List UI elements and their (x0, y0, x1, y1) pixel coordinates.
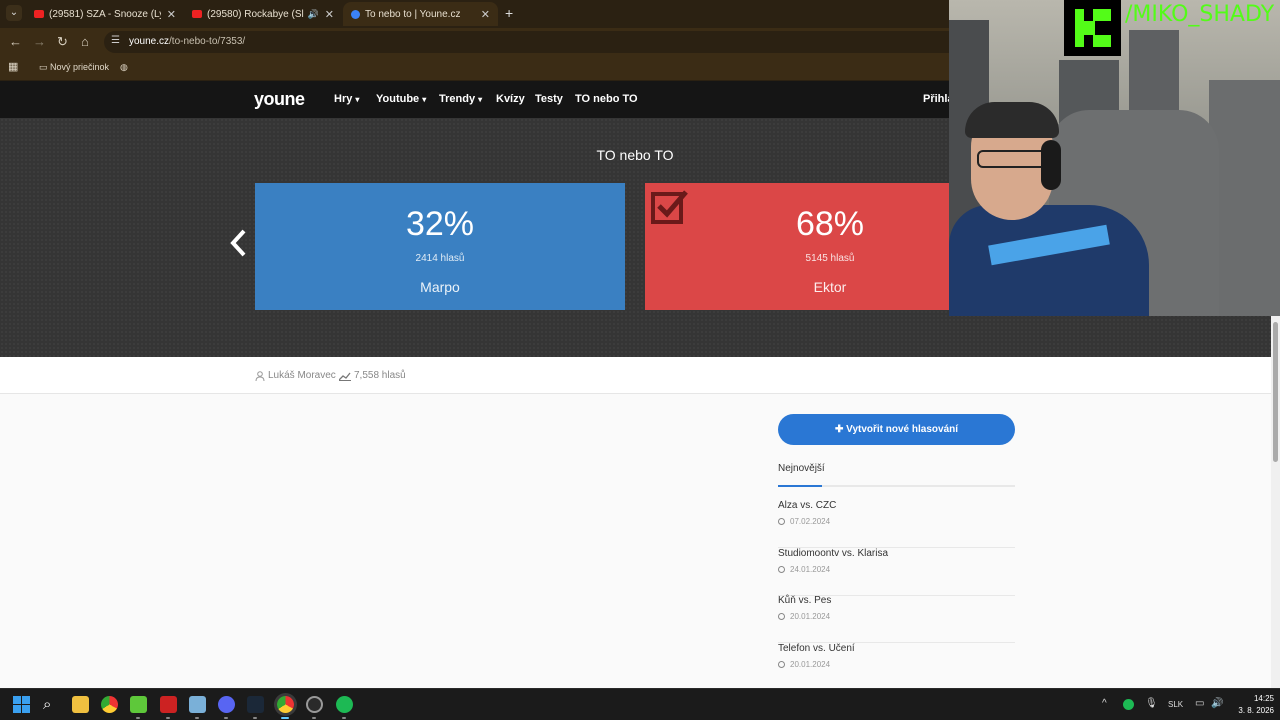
kick-logo-icon (1064, 0, 1121, 56)
apps-grid-icon[interactable]: ▦ (8, 60, 18, 73)
app-circle-icon[interactable] (306, 696, 323, 713)
discord-icon[interactable] (218, 696, 235, 713)
chrome-icon[interactable] (101, 696, 118, 713)
list-item[interactable]: Telefon vs. Učení 20.01.2024 (778, 643, 1015, 691)
poll-author[interactable]: Lukáš Moravec (255, 370, 336, 381)
nav-to-nebo-to[interactable]: TO nebo TO (575, 93, 638, 105)
globe-icon[interactable]: ◍ (120, 62, 128, 73)
youtube-icon (192, 10, 202, 18)
taskbar-date[interactable]: 3. 8. 2026 (1230, 706, 1274, 715)
tab-search-button[interactable]: ⌄ (6, 5, 22, 21)
trending-chart-icon (339, 372, 351, 381)
app-image-icon[interactable] (189, 696, 206, 713)
poll-total-votes: 7,558 hlasů (339, 370, 406, 381)
chrome-active-icon[interactable] (277, 696, 294, 713)
option-a-percent: 32% (405, 205, 475, 243)
home-icon[interactable]: ⌂ (81, 34, 89, 49)
tray-spotify-icon[interactable] (1123, 699, 1134, 710)
monitor-icon[interactable]: ▭ (1195, 698, 1204, 709)
poll-option-a[interactable]: 32% 2414 hlasů Marpo (255, 183, 625, 310)
microphone-icon[interactable]: 🎙 (1145, 698, 1158, 709)
steam-icon[interactable] (247, 696, 264, 713)
user-icon (255, 370, 265, 381)
page-scrollbar[interactable] (1271, 316, 1280, 688)
folder-icon: ▭ (39, 62, 51, 72)
close-tab-icon[interactable]: ✕ (325, 8, 334, 21)
cap-shape (965, 102, 1059, 138)
speaker-icon[interactable]: 🔊 (308, 9, 319, 20)
address-bar[interactable]: ☰ youne.cz/to-nebo-to/7353/ (104, 31, 964, 53)
windows-start-icon[interactable] (13, 696, 30, 713)
chevron-down-icon: ▾ (355, 95, 360, 104)
building-shape (1209, 80, 1280, 316)
volume-icon[interactable]: 🔊 (1211, 698, 1223, 709)
tab-underline (778, 485, 1015, 487)
clock-icon (778, 613, 785, 620)
app-green-icon[interactable] (130, 696, 147, 713)
youne-icon (351, 9, 360, 19)
file-explorer-icon[interactable] (72, 696, 89, 713)
channel-name: /MIKO_SHADY (1125, 2, 1275, 27)
browser-tab-3-active[interactable]: To nebo to | Youne.cz ✕ (343, 2, 498, 26)
clock-icon (778, 661, 785, 668)
nav-hry[interactable]: Hry ▾ (334, 93, 359, 105)
close-tab-icon[interactable]: ✕ (167, 8, 176, 21)
reload-icon[interactable]: ↻ (57, 34, 68, 50)
tab-newest[interactable]: Nejnovější (778, 463, 825, 474)
nav-trendy[interactable]: Trendy ▾ (439, 93, 482, 105)
webcam-overlay: /MIKO_SHADY (949, 0, 1280, 316)
close-tab-icon[interactable]: ✕ (481, 8, 490, 21)
list-item[interactable]: Studiomoontv vs. Klarisa 24.01.2024 (778, 548, 1015, 596)
back-icon[interactable]: ← (9, 34, 22, 49)
browser-tab-1[interactable]: (29581) SZA - Snooze (Lyrics) - ✕ (26, 2, 184, 26)
spotify-icon[interactable] (336, 696, 353, 713)
language-indicator[interactable]: SLK (1168, 700, 1183, 709)
new-tab-button[interactable]: + (505, 5, 513, 21)
scrollbar-thumb[interactable] (1273, 322, 1278, 462)
create-poll-button[interactable]: ✚ Vytvořit nové hlasování (778, 414, 1015, 445)
url-text: youne.cz/to-nebo-to/7353/ (129, 36, 246, 47)
clock-icon (778, 566, 785, 573)
bookmark-folder[interactable]: ▭ Nový priečinok (39, 62, 109, 73)
windows-taskbar: ⌕ ^ 🎙 SLK ▭ 🔊 14:25 3. 8. 2026 (0, 688, 1280, 720)
site-info-icon[interactable]: ☰ (111, 35, 120, 46)
poll-meta-bar: Lukáš Moravec 7,558 hlasů (0, 357, 1280, 394)
taskbar-time[interactable]: 14:25 (1240, 694, 1274, 703)
shirt-shape (949, 205, 1149, 316)
nav-youtube[interactable]: Youtube ▾ (376, 93, 426, 105)
youne-logo[interactable]: youne (254, 89, 305, 110)
list-item[interactable]: Alza vs. CZC 07.02.2024 (778, 500, 1015, 548)
previous-arrow-icon[interactable] (228, 228, 250, 258)
youtube-icon (34, 10, 44, 18)
tray-chevron-up-icon[interactable]: ^ (1102, 698, 1107, 709)
option-a-name: Marpo (420, 279, 460, 295)
nav-kvizy[interactable]: Kvízy (496, 93, 525, 105)
option-a-votes: 2414 hlasů (415, 253, 465, 264)
search-icon[interactable]: ⌕ (43, 696, 60, 713)
nav-testy[interactable]: Testy (535, 93, 563, 105)
clock-icon (778, 518, 785, 525)
browser-tab-2[interactable]: (29580) Rockabye (Slowed 🔊 ✕ (184, 2, 342, 26)
chevron-down-icon: ▾ (478, 95, 483, 104)
app-red-icon[interactable] (160, 696, 177, 713)
forward-icon[interactable]: → (33, 34, 46, 49)
list-item[interactable]: Kůň vs. Pes 20.01.2024 (778, 595, 1015, 643)
headphones-shape (1041, 140, 1061, 190)
plus-icon: ✚ (834, 424, 847, 435)
chevron-down-icon: ▾ (422, 95, 427, 104)
